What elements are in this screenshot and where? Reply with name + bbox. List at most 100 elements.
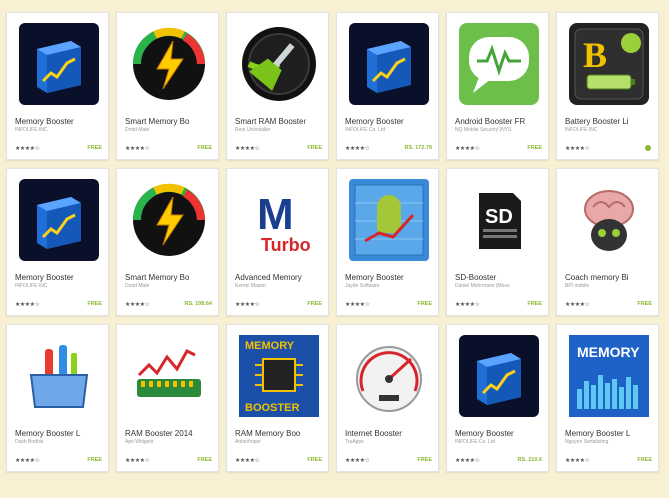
app-card[interactable]: Internet Booster TruApps ★★★★☆ FREE bbox=[336, 324, 439, 472]
app-title: Smart Memory Bo bbox=[125, 117, 190, 126]
app-price: FREE bbox=[197, 145, 212, 151]
app-card[interactable]: Android Booster FR NQ Mobile Security (NY… bbox=[446, 12, 549, 160]
app-title: Memory Booster bbox=[345, 273, 404, 282]
app-card[interactable]: MEMORY Memory Booster L Nguyen Senatisting… bbox=[556, 324, 659, 472]
app-card[interactable]: SD SD-Booster Daniel Mohrmann (Mous ★★★★☆ FR… bbox=[446, 168, 549, 316]
app-price: FREE bbox=[637, 301, 652, 307]
app-card[interactable]: Smart RAM Booster Root Uninstaller ★★★★☆ FR… bbox=[226, 12, 329, 160]
app-title: Android Booster FR bbox=[455, 117, 526, 126]
memory-booster-cube-icon bbox=[19, 179, 99, 261]
app-developer: INFOLIFE INC bbox=[15, 127, 48, 133]
brain-cat-icon bbox=[569, 179, 649, 261]
app-developer: INFOLIFE Co. Ltd bbox=[345, 127, 386, 133]
app-price: FREE bbox=[527, 145, 542, 151]
app-rating: ★★★★☆ bbox=[15, 458, 40, 464]
memory-booster-cube-icon bbox=[349, 23, 429, 105]
app-card[interactable]: Memory Booster INFOLIFE INC ★★★★☆ FREE bbox=[6, 168, 109, 316]
app-rating: ★★★★☆ bbox=[235, 458, 260, 464]
app-card[interactable]: Memory Booster L Dash Bodhis ★★★★☆ FREE bbox=[6, 324, 109, 472]
app-price: RS. 210.6 bbox=[517, 457, 542, 463]
app-title: Memory Booster L bbox=[15, 429, 81, 438]
app-title: Advanced Memory bbox=[235, 273, 302, 282]
memory-booster-chip-icon: MEMORY BOOSTER bbox=[239, 335, 319, 417]
memory-booster-cube-icon bbox=[459, 335, 539, 417]
app-rating: ★★★★☆ bbox=[125, 146, 150, 152]
broom-circle-icon bbox=[242, 27, 316, 101]
app-price: FREE bbox=[417, 301, 432, 307]
app-title: Memory Booster bbox=[345, 117, 404, 126]
app-rating: ★★★★☆ bbox=[565, 458, 590, 464]
app-price: FREE bbox=[87, 301, 102, 307]
app-card[interactable]: Coach memory Bi BPI mobile ★★★★☆ FREE bbox=[556, 168, 659, 316]
app-card[interactable]: MEMORY BOOSTER RAM Memory Boo Antonhoper ★★★… bbox=[226, 324, 329, 472]
app-price: FREE bbox=[417, 457, 432, 463]
sd-card-icon: SD bbox=[459, 179, 539, 261]
app-developer: Droid Mate bbox=[125, 127, 150, 133]
ram-chart-icon bbox=[129, 335, 209, 417]
app-developer: BPI mobile bbox=[565, 283, 590, 289]
app-developer: Jayde Software bbox=[345, 283, 380, 289]
app-developer: Root Uninstaller bbox=[235, 127, 271, 133]
android-chart-icon bbox=[349, 179, 429, 261]
memory-bars-icon: MEMORY bbox=[569, 335, 649, 417]
app-title: Battery Booster Li bbox=[565, 117, 629, 126]
app-card[interactable]: Memory Booster INFOLIFE Co. Ltd ★★★★☆ RS. 2… bbox=[446, 324, 549, 472]
m-turbo-icon: MTurbo bbox=[239, 179, 319, 261]
app-developer: Droid Mate bbox=[125, 283, 150, 289]
app-title: SD-Booster bbox=[455, 273, 497, 282]
memory-booster-cube-icon bbox=[19, 23, 99, 105]
android-booster-chat-icon bbox=[459, 23, 539, 105]
app-price: FREE bbox=[637, 457, 652, 463]
app-price: FREE bbox=[87, 457, 102, 463]
app-rating: ★★★★☆ bbox=[455, 146, 480, 152]
app-rating: ★★★★☆ bbox=[15, 302, 40, 308]
app-card[interactable]: M Turbo Advanced Memory Kernel Master ★★★★☆ F… bbox=[226, 168, 329, 316]
app-price: FREE bbox=[87, 145, 102, 151]
app-developer: Nguyen Senatisting bbox=[565, 439, 609, 445]
app-price: FREE bbox=[197, 457, 212, 463]
app-price: FREE bbox=[307, 457, 322, 463]
app-developer: INFOLIFE Co. Ltd bbox=[455, 439, 496, 445]
app-title: Smart Memory Bo bbox=[125, 273, 190, 282]
app-card[interactable]: Memory Booster Jayde Software ★★★★☆ FREE bbox=[336, 168, 439, 316]
lightning-gauge-icon bbox=[133, 27, 205, 100]
app-rating: ★★★★☆ bbox=[345, 146, 370, 152]
app-title: Memory Booster L bbox=[565, 429, 631, 438]
app-title: Memory Booster bbox=[15, 117, 74, 126]
price-dot bbox=[645, 145, 651, 151]
app-rating: ★★★★☆ bbox=[235, 146, 260, 152]
app-developer: Dash Bodhis bbox=[15, 439, 44, 445]
app-rating: ★★★★☆ bbox=[125, 302, 150, 308]
memory-bars-title: MEMORY bbox=[577, 344, 640, 360]
app-rating: ★★★★☆ bbox=[565, 146, 590, 152]
app-title: Memory Booster bbox=[455, 429, 514, 438]
app-developer: INFOLIFE INC bbox=[15, 283, 48, 289]
app-developer: Kernel Master bbox=[235, 283, 267, 289]
app-developer: INFOLIFE INC bbox=[565, 127, 598, 133]
app-card[interactable]: B Battery Booster Li INFOLIFE INC ★★★★☆ bbox=[556, 12, 659, 160]
app-title: Internet Booster bbox=[345, 429, 402, 438]
app-rating: ★★★★☆ bbox=[455, 302, 480, 308]
battery-booster-letter: B bbox=[583, 35, 607, 75]
app-card[interactable]: Memory Booster INFOLIFE INC ★★★★☆ FREE bbox=[6, 12, 109, 160]
app-rating: ★★★★☆ bbox=[15, 146, 40, 152]
app-title: RAM Booster 2014 bbox=[125, 429, 193, 438]
app-rating: ★★★★☆ bbox=[455, 458, 480, 464]
app-developer: Daniel Mohrmann (Mous bbox=[455, 283, 510, 289]
toolbox-icon bbox=[19, 335, 99, 417]
app-price: FREE bbox=[527, 301, 542, 307]
app-grid: Memory Booster INFOLIFE INC ★★★★☆ FREE Smar… bbox=[6, 12, 659, 472]
app-price: FREE bbox=[307, 145, 322, 151]
app-developer: NQ Mobile Security (NYS bbox=[455, 127, 512, 133]
lightning-gauge-icon bbox=[133, 183, 205, 256]
app-developer: Antonhoper bbox=[235, 439, 261, 445]
app-card[interactable]: Smart Memory Bo Droid Mate ★★★★☆ FREE bbox=[116, 12, 219, 160]
app-rating: ★★★★☆ bbox=[125, 458, 150, 464]
battery-booster-icon: B bbox=[569, 23, 649, 105]
app-card[interactable]: RAM Booster 2014 Apo Widgets ★★★★☆ FREE bbox=[116, 324, 219, 472]
app-title: Smart RAM Booster bbox=[235, 117, 307, 126]
app-card[interactable]: Memory Booster INFOLIFE Co. Ltd ★★★★☆ RS. 1… bbox=[336, 12, 439, 160]
app-price: RS. 108.64 bbox=[184, 301, 212, 307]
app-card[interactable]: Smart Memory Bo Droid Mate ★★★★☆ RS. 108.64 bbox=[116, 168, 219, 316]
app-title: RAM Memory Boo bbox=[235, 429, 301, 438]
